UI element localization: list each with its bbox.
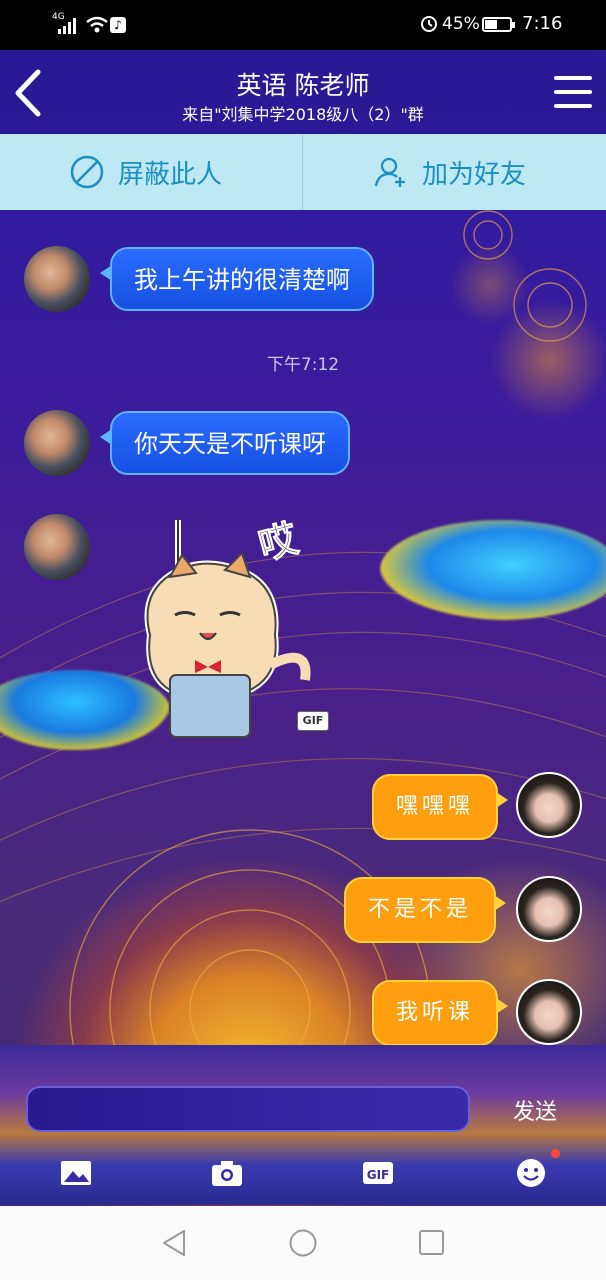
add-friend-label: 加为好友 <box>422 159 527 190</box>
block-user-label: 屏蔽此人 <box>118 159 223 190</box>
system-nav-bar <box>0 1206 606 1280</box>
cat-sticker[interactable]: 哎 <box>130 515 330 740</box>
stranger-action-bar: 屏蔽此人 加为好友 <box>0 134 606 210</box>
sticker-caption: 哎 <box>254 516 303 569</box>
sender-avatar[interactable] <box>24 246 90 312</box>
battery-icon <box>482 17 515 32</box>
nav-home-icon[interactable] <box>288 1228 318 1258</box>
chat-title: 英语 陈老师 <box>236 71 370 100</box>
incoming-message[interactable]: 我上午讲的很清楚啊 <box>100 247 374 311</box>
sender-avatar[interactable] <box>24 410 90 476</box>
add-friend-icon <box>374 157 405 187</box>
incoming-message[interactable]: 你天天是不听课呀 <box>100 411 350 475</box>
cloud-right <box>380 520 606 620</box>
send-button[interactable]: 发送 <box>500 1094 570 1126</box>
outgoing-message[interactable]: 我听课 <box>372 980 509 1046</box>
block-user-button[interactable]: 屏蔽此人 <box>70 134 222 210</box>
divider <box>302 134 303 210</box>
message-timestamp: 下午7:12 <box>266 355 340 375</box>
nav-recents-icon[interactable] <box>418 1229 446 1257</box>
my-avatar[interactable] <box>516 772 582 838</box>
gif-badge: GIF <box>297 711 329 731</box>
signal-icon <box>58 18 76 34</box>
emoji-icon[interactable] <box>514 1158 548 1188</box>
clock: 7:16 <box>522 13 563 34</box>
my-avatar[interactable] <box>516 979 582 1045</box>
outgoing-message[interactable]: 不是不是 <box>344 877 507 943</box>
sender-avatar[interactable] <box>24 514 90 580</box>
outgoing-message[interactable]: 嘿嘿嘿 <box>372 774 509 840</box>
image-icon[interactable] <box>59 1158 93 1188</box>
status-bar: 4G ♪ 45% 7:16 <box>0 0 606 50</box>
camera-icon[interactable] <box>210 1158 244 1188</box>
message-input[interactable] <box>26 1086 470 1132</box>
alarm-icon <box>421 16 437 32</box>
add-friend-button[interactable]: 加为好友 <box>374 134 526 210</box>
gif-icon-label: GIF <box>367 1168 390 1182</box>
chat-header: 英语 陈老师 来自"刘集中学2018级八（2）"群 <box>0 50 606 134</box>
battery-percent: 45% <box>442 14 480 34</box>
wifi-icon <box>86 16 108 33</box>
my-avatar[interactable] <box>516 876 582 942</box>
menu-icon[interactable] <box>554 76 594 110</box>
nav-back-icon[interactable] <box>160 1228 188 1258</box>
chat-subtitle: 来自"刘集中学2018级八（2）"群 <box>182 105 424 124</box>
block-icon <box>70 155 104 189</box>
notification-dot <box>551 1149 560 1158</box>
gif-icon[interactable]: GIF <box>361 1158 395 1188</box>
tiktok-icon: ♪ <box>110 17 126 33</box>
